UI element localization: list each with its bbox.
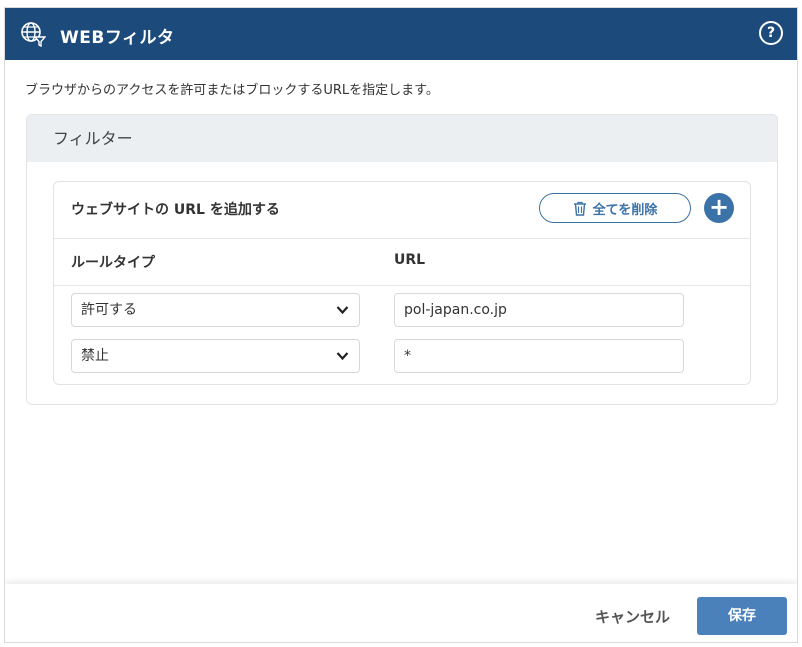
rule-type-select[interactable]: 禁止 — [71, 339, 360, 373]
save-button[interactable]: 保存 — [697, 597, 787, 635]
cancel-button[interactable]: キャンセル — [595, 606, 670, 627]
rule-type-value: 禁止 — [81, 348, 109, 364]
chevron-down-icon — [336, 352, 349, 361]
web-filter-dialog: WEBフィルタ ? ブラウザからのアクセスを許可またはブロックするURLを指定し… — [4, 7, 798, 643]
add-url-title: ウェブサイトの URL を追加する — [71, 202, 280, 218]
rule-type-value: 許可する — [81, 302, 137, 318]
column-header-url: URL — [394, 252, 426, 268]
url-value: pol-japan.co.jp — [404, 302, 507, 318]
column-header-rule-type: ルールタイプ — [71, 255, 155, 271]
header-divider — [54, 285, 750, 286]
rule-type-select[interactable]: 許可する — [71, 293, 360, 327]
filter-panel: フィルター ウェブサイトの URL を追加する 全てを削除 + ルールタイプ U… — [26, 114, 778, 405]
chevron-down-icon — [336, 306, 349, 315]
add-url-button[interactable]: + — [704, 193, 734, 223]
delete-all-button[interactable]: 全てを削除 — [539, 193, 691, 223]
trash-icon — [573, 201, 586, 216]
dialog-footer: キャンセル 保存 — [5, 584, 797, 642]
help-icon[interactable]: ? — [759, 21, 783, 45]
url-field[interactable]: * — [394, 339, 684, 373]
delete-all-label: 全てを削除 — [592, 202, 658, 218]
dialog-title: WEBフィルタ — [60, 28, 175, 48]
globe-filter-icon — [21, 22, 46, 47]
card-divider — [54, 238, 750, 239]
filter-panel-title: フィルター — [27, 115, 777, 162]
dialog-header: WEBフィルタ ? — [5, 8, 797, 60]
description-text: ブラウザからのアクセスを許可またはブロックするURLを指定します。 — [25, 83, 439, 98]
url-value: * — [404, 348, 411, 364]
url-list-card: ウェブサイトの URL を追加する 全てを削除 + ルールタイプ URL 許可す… — [53, 181, 751, 385]
url-field[interactable]: pol-japan.co.jp — [394, 293, 684, 327]
